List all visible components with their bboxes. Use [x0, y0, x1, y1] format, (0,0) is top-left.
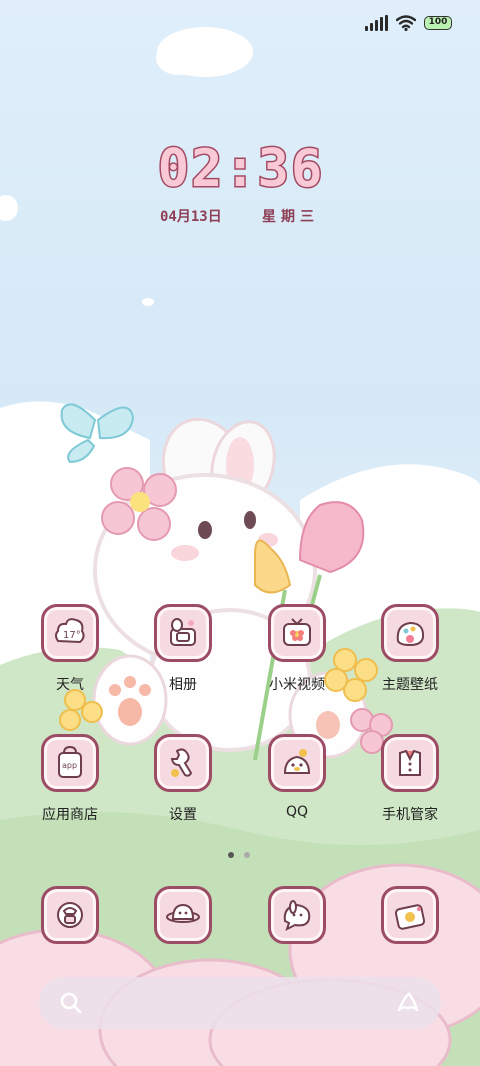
- app-settings[interactable]: 设置: [133, 734, 233, 824]
- messages-bubble-icon: [268, 886, 326, 944]
- app-label: 手机管家: [382, 807, 438, 823]
- app-label: 天气: [56, 677, 84, 693]
- app-weather[interactable]: 17° 天气: [20, 604, 120, 694]
- dock-messages[interactable]: [247, 886, 347, 944]
- app-label: 相册: [169, 677, 197, 693]
- settings-wrench-icon: [154, 734, 212, 792]
- page-indicator[interactable]: [228, 852, 250, 858]
- app-security[interactable]: 手机管家: [360, 734, 460, 824]
- app-store[interactable]: app 应用商店: [20, 734, 120, 824]
- weather-bunny-icon: 17°: [41, 604, 99, 662]
- camera-icon: [381, 886, 439, 944]
- gallery-camera-icon: [154, 604, 212, 662]
- svg-text:17°: 17°: [63, 630, 81, 641]
- page-dot-active: [228, 852, 234, 858]
- assistant-icon[interactable]: [395, 990, 421, 1016]
- app-themes[interactable]: 主题壁纸: [360, 604, 460, 694]
- search-icon[interactable]: [59, 991, 83, 1015]
- wifi-icon: [396, 15, 416, 31]
- dock-camera[interactable]: [360, 886, 460, 944]
- status-bar: 100: [365, 12, 452, 34]
- app-label: QQ: [285, 804, 309, 820]
- security-shirt-icon: [381, 734, 439, 792]
- app-label: 主题壁纸: [382, 677, 438, 693]
- battery-icon: 100: [424, 16, 452, 30]
- app-label: 应用商店: [42, 807, 98, 823]
- app-store-bag-icon: app: [41, 734, 99, 792]
- dock-phone[interactable]: [20, 886, 120, 944]
- app-mi-video[interactable]: 小米视频: [247, 604, 347, 694]
- app-qq[interactable]: QQ: [247, 734, 347, 820]
- app-gallery[interactable]: 相册: [133, 604, 233, 694]
- theme-palette-icon: [381, 604, 439, 662]
- app-label: 设置: [169, 807, 197, 823]
- pink-flower: [101, 467, 177, 541]
- app-label: 小米视频: [269, 677, 325, 693]
- page-dot: [244, 852, 250, 858]
- clock-weekday: 星期三: [262, 209, 319, 225]
- video-tv-icon: [268, 604, 326, 662]
- clock-date[interactable]: 04月13日: [160, 206, 222, 226]
- qq-penguin-icon: [268, 734, 326, 792]
- contacts-planet-icon: [154, 886, 212, 944]
- dock-contacts[interactable]: [133, 886, 233, 944]
- signal-bars-icon: [365, 15, 388, 31]
- svg-text:app: app: [62, 761, 77, 770]
- phone-icon: [41, 886, 99, 944]
- search-bar[interactable]: [39, 977, 441, 1029]
- clock-time[interactable]: 02:36: [150, 138, 332, 201]
